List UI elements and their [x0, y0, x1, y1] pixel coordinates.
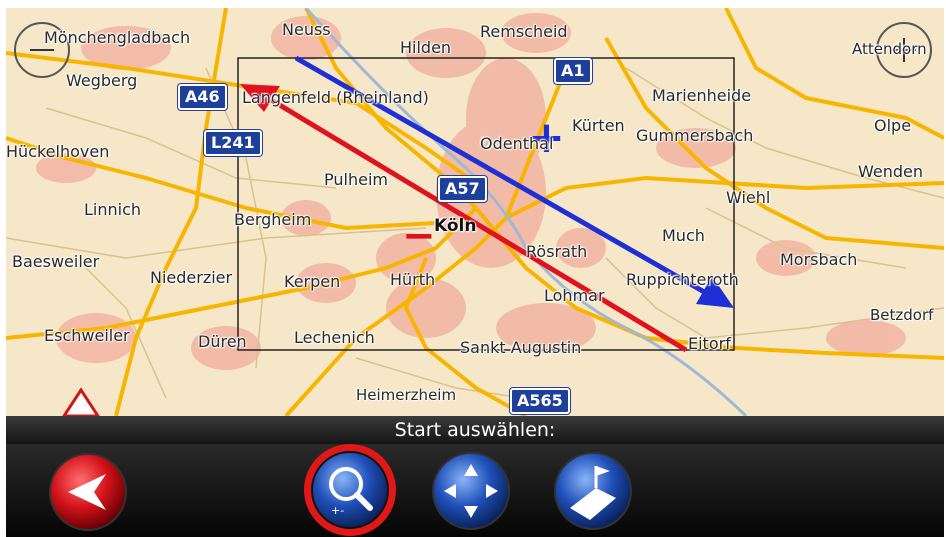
move-arrows-icon [432, 452, 510, 530]
place-label: Mönchengladbach [44, 28, 191, 47]
status-bar: Start auswählen: [6, 416, 944, 444]
place-label: Kürten [572, 116, 625, 135]
magnifier-zoom-icon: +- [311, 451, 389, 529]
road-shield: A1 [554, 58, 592, 84]
place-label: Eitorf [688, 334, 731, 353]
route-button[interactable] [552, 450, 634, 532]
place-label: Much [662, 226, 705, 245]
place-label-major: Köln [434, 216, 477, 236]
place-label: Niederzier [150, 268, 233, 287]
place-label: Hürth [390, 270, 436, 289]
place-label: Olpe [874, 116, 912, 135]
place-label: Morsbach [780, 250, 858, 269]
place-label: Baesweiler [12, 252, 100, 271]
zoom-out-symbol: − [402, 213, 436, 259]
place-label: Heimerzheim [356, 386, 457, 404]
zoom-button[interactable]: +- [304, 444, 396, 536]
place-label: Attendorn [852, 40, 927, 58]
road-shield: A565 [510, 388, 570, 414]
place-label: Betzdorf [870, 306, 934, 324]
place-label: Marienheide [652, 86, 752, 105]
place-label: Bergheim [234, 210, 312, 229]
place-label: Hilden [400, 38, 452, 57]
map-view[interactable]: + − Mönchengladbach Neuss Remscheid Hild… [6, 8, 944, 416]
place-label: Remscheid [480, 22, 568, 41]
place-label: Langenfeld (Rheinland) [242, 88, 429, 107]
place-label: Neuss [282, 20, 331, 39]
place-label: Odenthal [480, 134, 554, 153]
place-label: Gummersbach [636, 126, 754, 145]
place-label: Wenden [858, 162, 924, 181]
place-label: Linnich [84, 200, 142, 219]
place-label: Pulheim [324, 170, 388, 189]
place-label: Wegberg [66, 71, 138, 90]
place-label: Düren [198, 332, 247, 351]
navigation-screen: + − Mönchengladbach Neuss Remscheid Hild… [0, 0, 946, 537]
svg-text:+-: +- [331, 504, 344, 517]
place-label: Hückelhoven [6, 142, 110, 161]
status-text: Start auswählen: [394, 419, 556, 441]
road-shield: A46 [178, 84, 227, 110]
road-shield: L241 [204, 130, 262, 156]
back-arrow-icon [49, 453, 127, 531]
place-label: Kerpen [284, 272, 341, 291]
route-flag-icon [554, 452, 632, 530]
place-label: Rösrath [526, 242, 588, 261]
road-shield: A57 [438, 176, 487, 202]
place-label: Wiehl [726, 188, 771, 207]
place-label: Ruppichteroth [626, 270, 739, 289]
place-label: Lohmar [544, 286, 605, 305]
place-label: Lechenich [294, 328, 375, 347]
place-label: Eschweiler [44, 326, 130, 345]
back-button[interactable] [48, 452, 128, 532]
pan-button[interactable] [430, 450, 512, 532]
bottom-toolbar: +- [6, 444, 944, 537]
place-label: Sankt Augustin [460, 338, 582, 357]
